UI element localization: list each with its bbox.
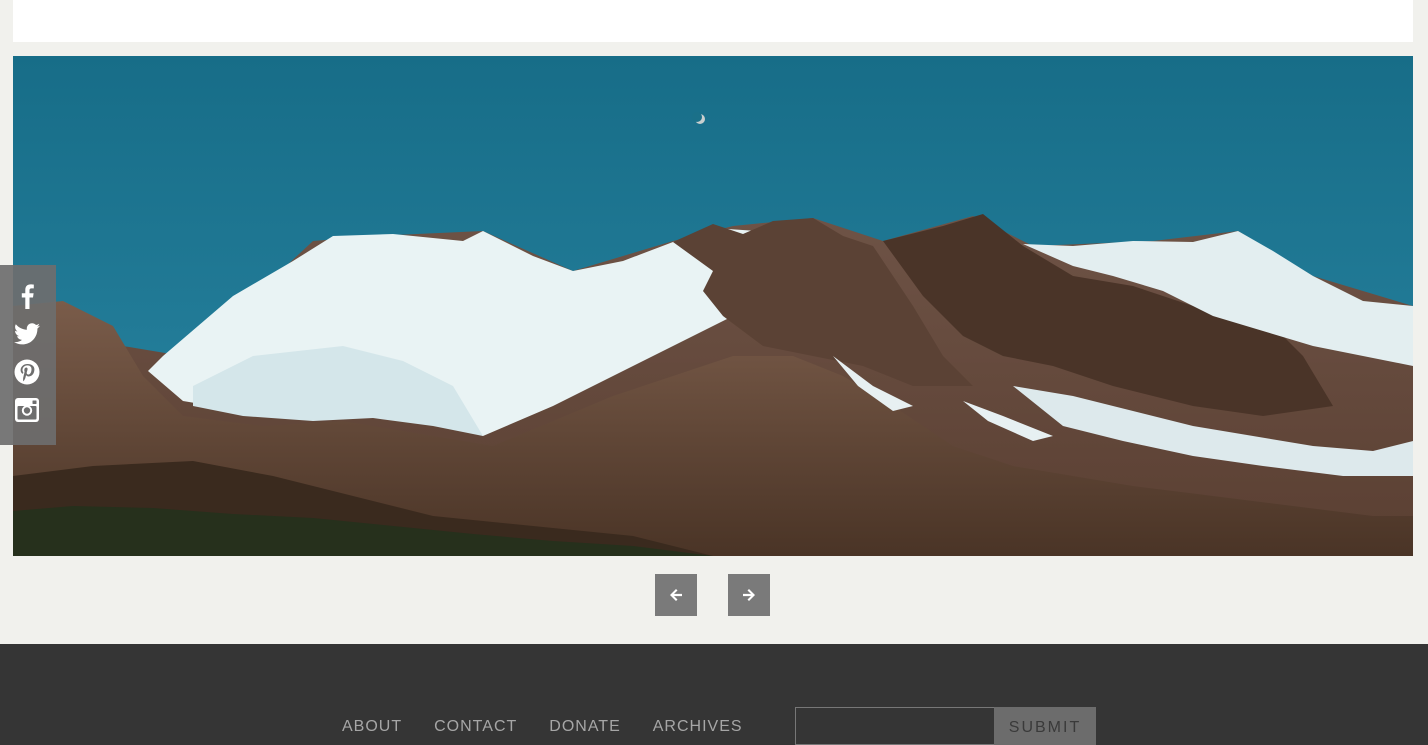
- footer: ABOUT CONTACT DONATE ARCHIVES SUBMIT: [0, 644, 1428, 745]
- arrow-left-icon: [670, 589, 682, 601]
- footer-link-about[interactable]: ABOUT: [342, 719, 402, 735]
- pinterest-link[interactable]: [13, 357, 41, 387]
- pinterest-icon: [14, 359, 40, 385]
- footer-link-contact[interactable]: CONTACT: [434, 719, 517, 735]
- hero-image: [13, 56, 1413, 556]
- twitter-link[interactable]: [13, 319, 41, 349]
- slider-controls: [655, 574, 770, 616]
- arrow-right-icon: [743, 589, 755, 601]
- social-sidebar: [0, 265, 56, 445]
- footer-nav: ABOUT CONTACT DONATE ARCHIVES: [342, 719, 743, 735]
- footer-link-donate[interactable]: DONATE: [549, 719, 620, 735]
- submit-button[interactable]: SUBMIT: [994, 707, 1096, 745]
- next-slide-button[interactable]: [728, 574, 770, 616]
- prev-slide-button[interactable]: [655, 574, 697, 616]
- newsletter-email-input[interactable]: [795, 707, 994, 745]
- footer-link-archives[interactable]: ARCHIVES: [653, 719, 743, 735]
- header-bar: [13, 0, 1413, 42]
- twitter-icon: [14, 323, 40, 345]
- instagram-link[interactable]: [13, 395, 41, 425]
- mountain-landscape: [13, 56, 1413, 556]
- instagram-icon: [15, 398, 39, 422]
- facebook-icon: [21, 284, 34, 309]
- facebook-link[interactable]: [13, 281, 41, 311]
- newsletter-form: SUBMIT: [795, 707, 1096, 745]
